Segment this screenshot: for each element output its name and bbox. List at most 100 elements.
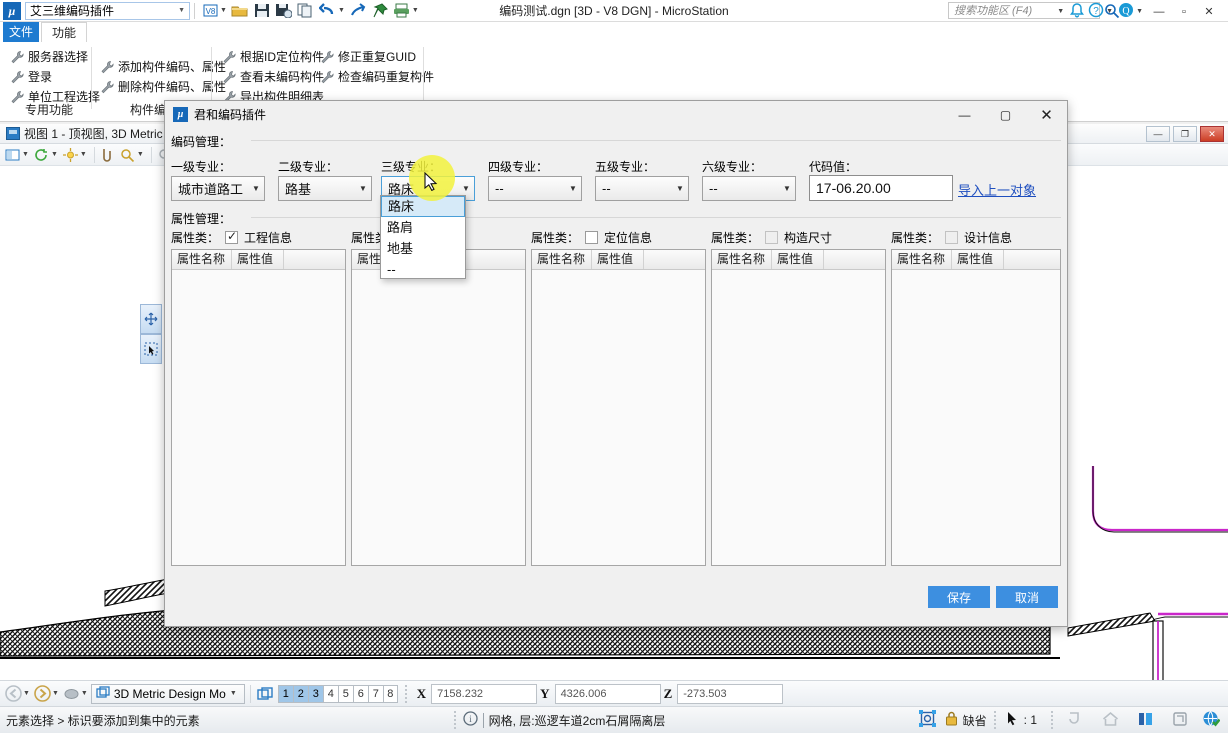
tab-function[interactable]: 功能	[41, 22, 87, 42]
copy-icon[interactable]	[296, 2, 316, 20]
mouse-icon[interactable]	[62, 684, 81, 703]
chevron-down-icon[interactable]: ▼	[23, 690, 30, 697]
level2-combo[interactable]: 路基 ▼	[278, 176, 372, 201]
more-icon[interactable]: ▼	[412, 7, 419, 14]
attribute-class-checkbox[interactable]	[225, 231, 238, 244]
model-selector[interactable]: 3D Metric Design Mo ▼	[91, 684, 245, 704]
ribbon-item-locate-by-id[interactable]: 根据ID定位构件	[222, 47, 324, 66]
rotate-view-icon[interactable]	[33, 146, 50, 163]
select-tool-button[interactable]	[140, 334, 162, 364]
attribute-grid-5[interactable]: 属性名称 属性值	[891, 249, 1061, 566]
attribute-grid-2[interactable]: 属性名称 属性值	[351, 249, 526, 566]
print-icon[interactable]	[392, 2, 412, 20]
view-close-button[interactable]: ✕	[1200, 126, 1224, 142]
level-button-5[interactable]: 5	[338, 685, 353, 703]
coord-y-input[interactable]: 4326.006	[555, 684, 661, 704]
level1-combo[interactable]: 城市道路工 ▼	[171, 176, 265, 201]
attribute-class-checkbox[interactable]	[585, 231, 598, 244]
window-minimize-button[interactable]: —	[1148, 3, 1170, 21]
pin-icon[interactable]	[370, 2, 390, 20]
chevron-down-icon[interactable]: ▼	[1057, 8, 1064, 15]
dialog-maximize-button[interactable]: ▢	[985, 101, 1026, 128]
v8-file-icon[interactable]: V8	[200, 2, 220, 20]
chevron-down-icon[interactable]: ▼	[51, 151, 58, 158]
tools-icon[interactable]	[1137, 711, 1154, 730]
attribute-class-checkbox[interactable]	[765, 231, 778, 244]
ribbon-item-check-duplicate-code[interactable]: 检查编码重复构件	[320, 67, 434, 86]
attribute-grid-1[interactable]: 属性名称 属性值	[171, 249, 346, 566]
level-button-3[interactable]: 3	[308, 685, 323, 703]
home-icon[interactable]	[1102, 711, 1119, 730]
import-previous-object-link[interactable]: 导入上一对象	[958, 180, 1036, 199]
dialog-close-button[interactable]: ✕	[1026, 101, 1067, 128]
display-icon[interactable]	[1172, 711, 1188, 730]
light-icon[interactable]	[62, 146, 79, 163]
chevron-down-icon[interactable]: ▼	[52, 690, 59, 697]
element-selection-icon[interactable]	[918, 709, 937, 731]
level6-combo[interactable]: -- ▼	[702, 176, 796, 201]
level-buttons: 1 2 3 4 5 6 7 8	[278, 685, 398, 703]
back-arrow-icon[interactable]	[4, 684, 23, 703]
move-tool-button[interactable]	[140, 304, 162, 334]
dialog-minimize-button[interactable]: —	[944, 101, 985, 128]
code-value-input[interactable]: 17-06.20.00	[809, 175, 953, 201]
attribute-class-label: 属性类：	[711, 229, 759, 246]
attribute-grid-4[interactable]: 属性名称 属性值	[711, 249, 886, 566]
chevron-down-icon[interactable]: ▼	[1136, 8, 1143, 15]
chevron-down-icon: ▼	[248, 184, 264, 193]
ribbon-item-fix-duplicate-guid[interactable]: 修正重复GUID	[320, 47, 416, 66]
chevron-down-icon[interactable]: ▼	[22, 151, 29, 158]
chevron-down-icon[interactable]: ▼	[81, 690, 88, 697]
clip-icon[interactable]	[100, 146, 117, 163]
ribbon-item-view-uncoded[interactable]: 查看未编码构件	[222, 67, 324, 86]
ribbon-item-add-component-code[interactable]: 添加构件编码、属性	[100, 57, 226, 76]
dropdown-option[interactable]: 地基	[381, 238, 465, 259]
lock-icon[interactable]	[945, 711, 958, 729]
level3-dropdown-list[interactable]: 路床 路肩 地基 --	[380, 195, 466, 279]
window-maximize-button[interactable]: ▫	[1173, 3, 1195, 21]
snap-icon[interactable]	[1067, 711, 1084, 730]
chevron-down-icon[interactable]: ▼	[338, 7, 345, 14]
help-icon[interactable]: ?	[1088, 2, 1104, 21]
levels-icon[interactable]	[256, 684, 275, 703]
level-button-4[interactable]: 4	[323, 685, 338, 703]
level5-combo[interactable]: -- ▼	[595, 176, 689, 201]
forward-arrow-icon[interactable]	[33, 684, 52, 703]
open-folder-icon[interactable]	[230, 2, 250, 20]
attribute-grid-3[interactable]: 属性名称 属性值	[531, 249, 706, 566]
level-button-1[interactable]: 1	[278, 685, 293, 703]
level-button-7[interactable]: 7	[368, 685, 383, 703]
window-close-button[interactable]: ✕	[1198, 3, 1220, 21]
globe-check-icon[interactable]	[1202, 710, 1220, 730]
view-minimize-button[interactable]: —	[1146, 126, 1170, 142]
save-button[interactable]: 保存	[928, 586, 990, 608]
ribbon-item-delete-component-code[interactable]: 删除构件编码、属性	[100, 77, 226, 96]
save-as-icon[interactable]	[274, 2, 294, 20]
level-button-2[interactable]: 2	[293, 685, 308, 703]
chevron-down-icon[interactable]: ▼	[220, 7, 227, 14]
tab-file[interactable]: 文件	[3, 22, 39, 42]
coord-x-input[interactable]: 7158.232	[431, 684, 537, 704]
cancel-button[interactable]: 取消	[996, 586, 1058, 608]
dropdown-option[interactable]: 路肩	[381, 217, 465, 238]
ribbon-item-login[interactable]: 登录	[10, 67, 52, 86]
chevron-down-icon[interactable]: ▼	[1106, 8, 1113, 15]
coord-z-input[interactable]: -273.503	[677, 684, 783, 704]
user-account-icon[interactable]: Q	[1118, 2, 1134, 21]
quick-access-combo[interactable]: 艾三维编码插件 ▼	[25, 2, 190, 20]
chevron-down-icon[interactable]: ▼	[137, 151, 144, 158]
undo-icon[interactable]	[318, 2, 338, 20]
level-button-8[interactable]: 8	[383, 685, 398, 703]
level-button-6[interactable]: 6	[353, 685, 368, 703]
view-restore-button[interactable]: ❐	[1173, 126, 1197, 142]
redo-icon[interactable]	[348, 2, 368, 20]
save-icon[interactable]	[252, 2, 272, 20]
view-attributes-icon[interactable]	[4, 146, 21, 163]
level4-combo[interactable]: -- ▼	[488, 176, 582, 201]
attribute-class-checkbox[interactable]	[945, 231, 958, 244]
zoom-icon[interactable]	[119, 146, 136, 163]
chevron-down-icon[interactable]: ▼	[80, 151, 87, 158]
bell-icon[interactable]	[1069, 2, 1085, 21]
ribbon-item-server-select[interactable]: 服务器选择	[10, 47, 88, 66]
dropdown-option[interactable]: --	[381, 259, 465, 280]
